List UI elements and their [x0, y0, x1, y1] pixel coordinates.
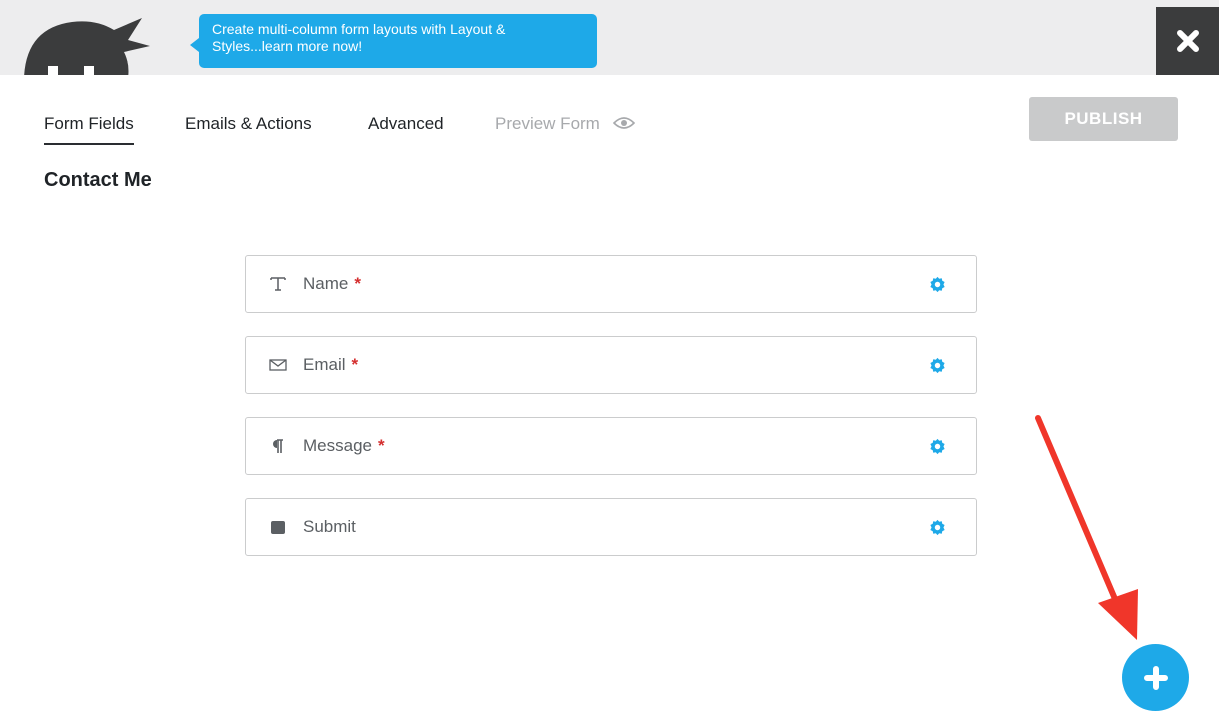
tab-label: Emails & Actions: [185, 114, 312, 133]
field-label-text: Message: [303, 436, 372, 455]
gear-icon[interactable]: [929, 519, 946, 536]
field-label-text: Submit: [303, 517, 356, 536]
close-icon: [1176, 30, 1199, 52]
field-submit[interactable]: Submit: [245, 498, 977, 556]
promo-text: Create multi-column form layouts with La…: [212, 21, 506, 54]
envelope-icon: [268, 337, 288, 393]
publish-button[interactable]: PUBLISH: [1029, 97, 1178, 141]
close-button[interactable]: [1156, 7, 1219, 75]
field-label: Submit: [303, 517, 362, 537]
required-marker: *: [354, 274, 361, 293]
eye-icon: [612, 117, 635, 129]
field-email[interactable]: Email *: [245, 336, 977, 394]
field-label-text: Name: [303, 274, 349, 293]
ninja-forms-logo: [24, 18, 150, 75]
field-label-text: Email: [303, 355, 346, 374]
plus-icon: [1143, 665, 1168, 690]
required-marker: *: [377, 436, 385, 455]
field-label: Message *: [303, 436, 385, 456]
form-title: Contact Me: [44, 169, 152, 191]
required-marker: *: [351, 355, 359, 374]
gear-icon[interactable]: [929, 276, 946, 293]
square-button-icon: [268, 499, 288, 555]
tab-preview-form[interactable]: Preview Form: [495, 114, 635, 134]
paragraph-icon: [268, 418, 288, 474]
add-field-button[interactable]: [1122, 644, 1189, 711]
tab-form-fields[interactable]: Form Fields: [44, 114, 134, 145]
gear-icon[interactable]: [929, 438, 946, 455]
tab-label: Form Fields: [44, 114, 134, 133]
field-label: Email *: [303, 355, 358, 375]
gear-icon[interactable]: [929, 357, 946, 374]
tab-emails-actions[interactable]: Emails & Actions: [185, 114, 312, 134]
tab-advanced[interactable]: Advanced: [368, 114, 444, 134]
field-message[interactable]: Message *: [245, 417, 977, 475]
tab-label: Preview Form: [495, 114, 600, 133]
field-label: Name *: [303, 274, 361, 294]
text-field-icon: [268, 256, 288, 312]
publish-label: PUBLISH: [1064, 109, 1143, 128]
tab-label: Advanced: [368, 114, 444, 133]
top-bar: Create multi-column form layouts with La…: [0, 0, 1219, 75]
field-name[interactable]: Name *: [245, 255, 977, 313]
promo-tooltip[interactable]: Create multi-column form layouts with La…: [190, 14, 597, 68]
